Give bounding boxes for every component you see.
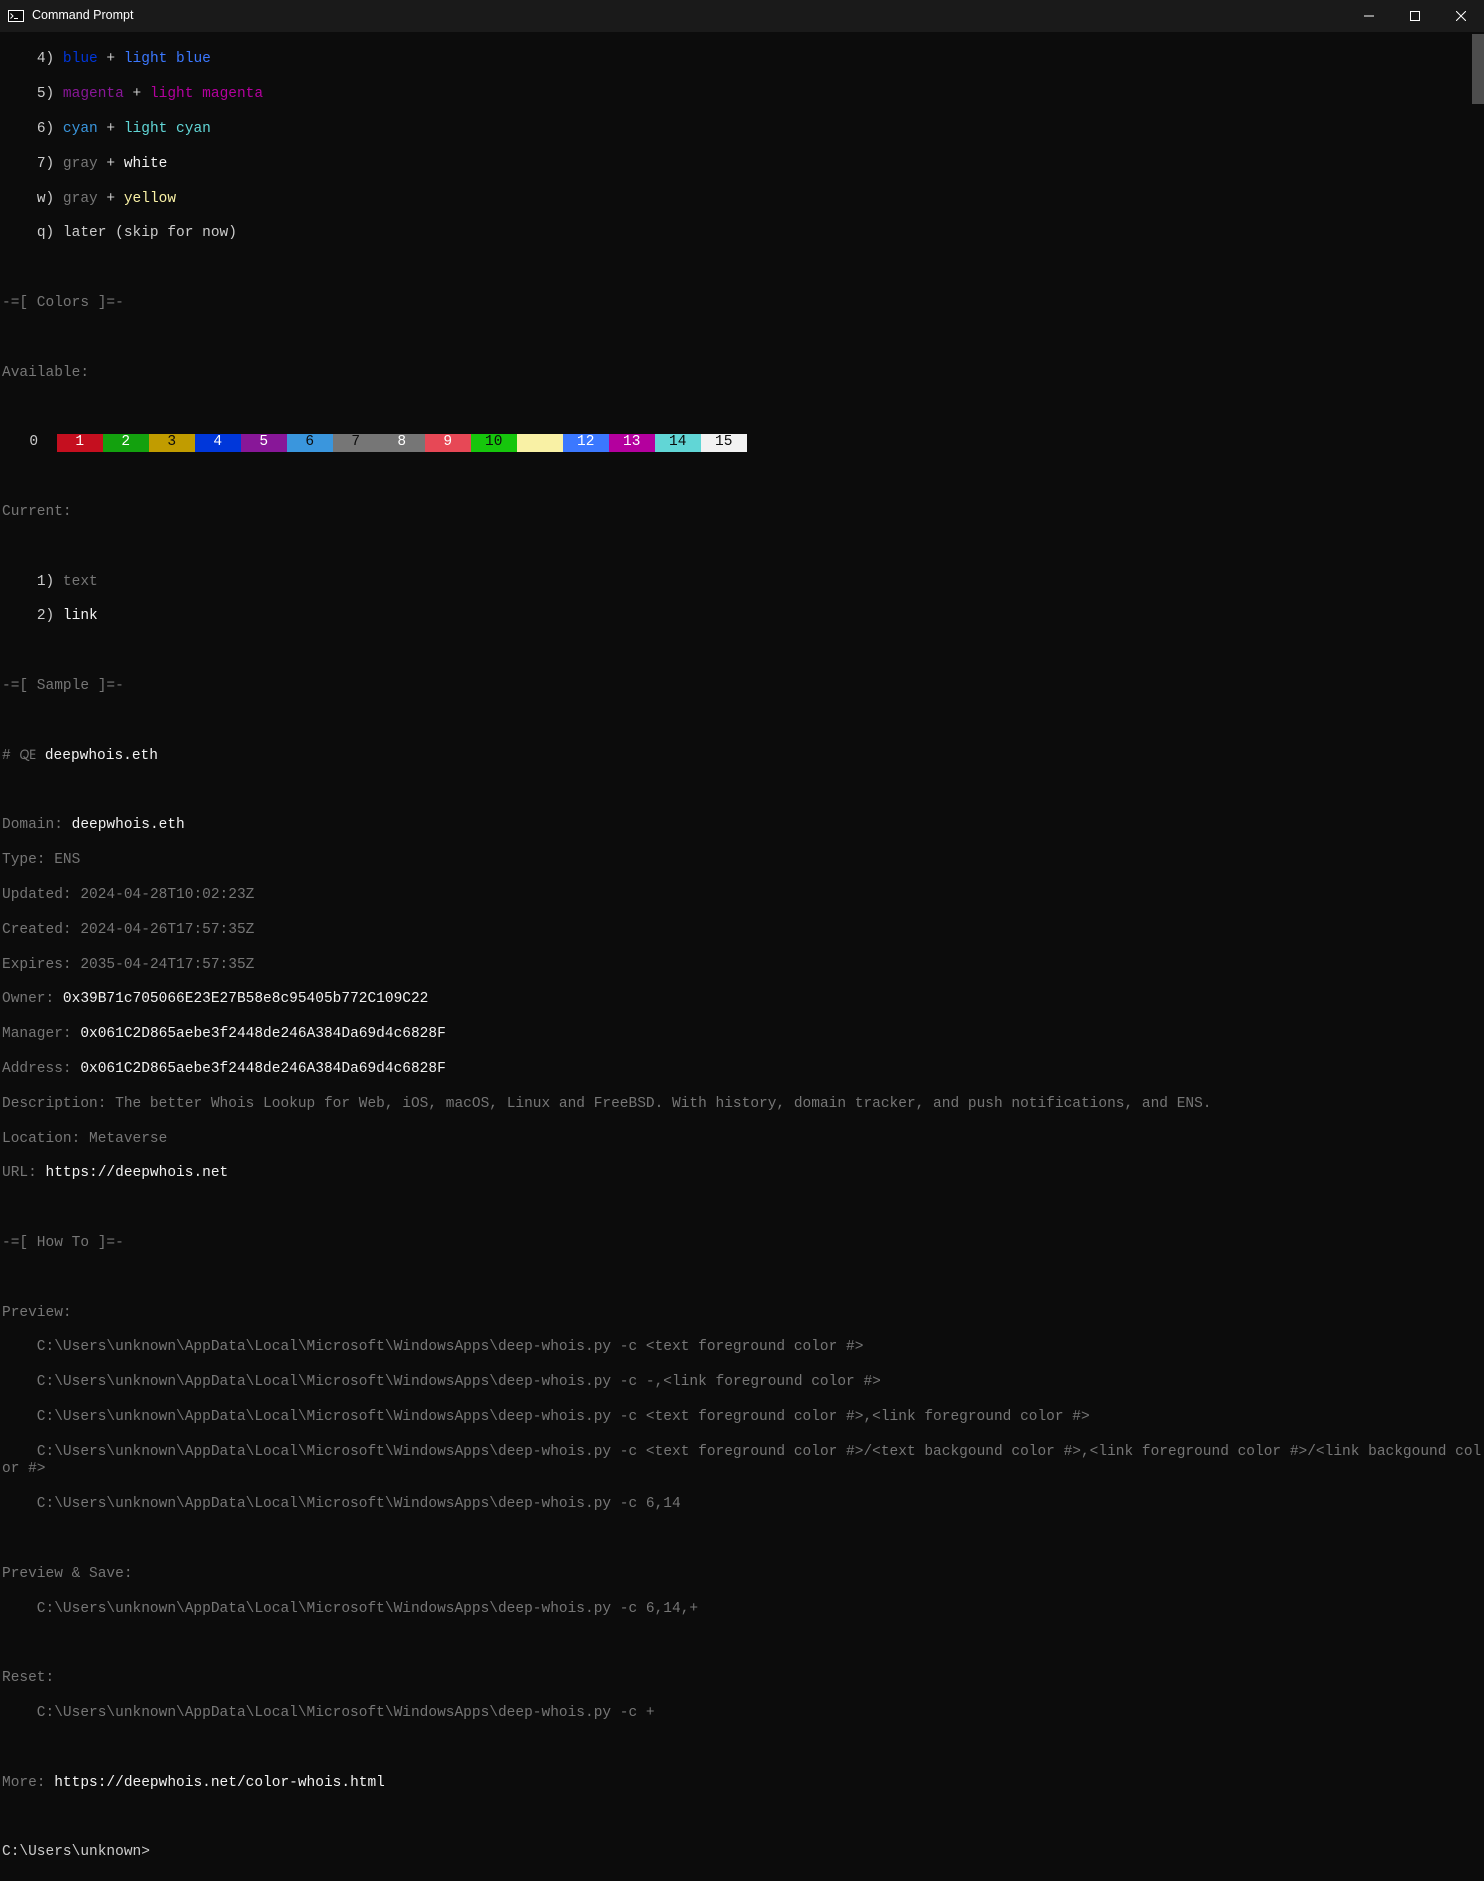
window-title: Command Prompt: [32, 7, 133, 24]
howto-label: Preview & Save:: [2, 1566, 1482, 1583]
palette-swatch: 0: [11, 434, 57, 451]
howto-line: C:\Users\unknown\AppData\Local\Microsoft…: [2, 1705, 1482, 1722]
current-line: 2) link: [2, 608, 1482, 625]
howto-line: C:\Users\unknown\AppData\Local\Microsoft…: [2, 1601, 1482, 1618]
field-line: Domain: deepwhois.eth: [2, 817, 1482, 834]
field-line: Address: 0x061C2D865aebe3f2448de246A384D…: [2, 1061, 1482, 1078]
palette-swatch: 2: [103, 434, 149, 451]
field-line: Owner: 0x39B71c705066E23E27B58e8c95405b7…: [2, 991, 1482, 1008]
howto-line: C:\Users\unknown\AppData\Local\Microsoft…: [2, 1339, 1482, 1356]
current-label: Current:: [2, 504, 1482, 521]
cmd-icon: [8, 8, 24, 24]
howto-line: C:\Users\unknown\AppData\Local\Microsoft…: [2, 1409, 1482, 1426]
palette-swatch: 14: [655, 434, 701, 451]
prompt-line[interactable]: C:\Users\unknown>: [2, 1844, 1482, 1861]
field-line: URL: https://deepwhois.net: [2, 1165, 1482, 1182]
section-header: -=[ How To ]=-: [2, 1235, 1482, 1252]
option-line: w) gray + yellow: [2, 191, 1482, 208]
more-line: More: https://deepwhois.net/color-whois.…: [2, 1775, 1482, 1792]
terminal-output[interactable]: 4) blue + light blue 5) magenta + light …: [0, 32, 1484, 1881]
howto-line: C:\Users\unknown\AppData\Local\Microsoft…: [2, 1496, 1482, 1513]
option-line: q) later (skip for now): [2, 225, 1482, 242]
close-button[interactable]: [1438, 0, 1484, 32]
palette-row: 0123456789101112131415: [2, 434, 1482, 451]
current-line: 1) text: [2, 574, 1482, 591]
section-header: -=[ Colors ]=-: [2, 295, 1482, 312]
palette-swatch: 13: [609, 434, 655, 451]
palette-swatch: 1: [57, 434, 103, 451]
palette-swatch: 7: [333, 434, 379, 451]
palette-swatch: 12: [563, 434, 609, 451]
available-label: Available:: [2, 365, 1482, 382]
palette-swatch: 8: [379, 434, 425, 451]
howto-label: Preview:: [2, 1305, 1482, 1322]
field-line: Manager: 0x061C2D865aebe3f2448de246A384D…: [2, 1026, 1482, 1043]
section-header: -=[ Sample ]=-: [2, 678, 1482, 695]
palette-swatch: 10: [471, 434, 517, 451]
option-line: 7) gray + white: [2, 156, 1482, 173]
field-line: Expires: 2035-04-24T17:57:35Z: [2, 957, 1482, 974]
palette-swatch: 5: [241, 434, 287, 451]
palette-swatch: 4: [195, 434, 241, 451]
sample-title: # 🜀 deepwhois.eth: [2, 748, 1482, 765]
palette-swatch: 6: [287, 434, 333, 451]
palette-swatch: 15: [701, 434, 747, 451]
window-controls: [1346, 0, 1484, 32]
palette-swatch: 11: [517, 434, 563, 451]
maximize-button[interactable]: [1392, 0, 1438, 32]
option-line: 6) cyan + light cyan: [2, 121, 1482, 138]
field-line: Created: 2024-04-26T17:57:35Z: [2, 922, 1482, 939]
field-line: Type: ENS: [2, 852, 1482, 869]
option-line: 5) magenta + light magenta: [2, 86, 1482, 103]
titlebar: Command Prompt: [0, 0, 1484, 32]
field-line: Description: The better Whois Lookup for…: [2, 1096, 1482, 1113]
palette-swatch: 9: [425, 434, 471, 451]
howto-line: C:\Users\unknown\AppData\Local\Microsoft…: [2, 1444, 1482, 1479]
howto-label: Reset:: [2, 1670, 1482, 1687]
option-line: 4) blue + light blue: [2, 51, 1482, 68]
field-line: Updated: 2024-04-28T10:02:23Z: [2, 887, 1482, 904]
howto-line: C:\Users\unknown\AppData\Local\Microsoft…: [2, 1374, 1482, 1391]
palette-swatch: 3: [149, 434, 195, 451]
field-line: Location: Metaverse: [2, 1131, 1482, 1148]
minimize-button[interactable]: [1346, 0, 1392, 32]
